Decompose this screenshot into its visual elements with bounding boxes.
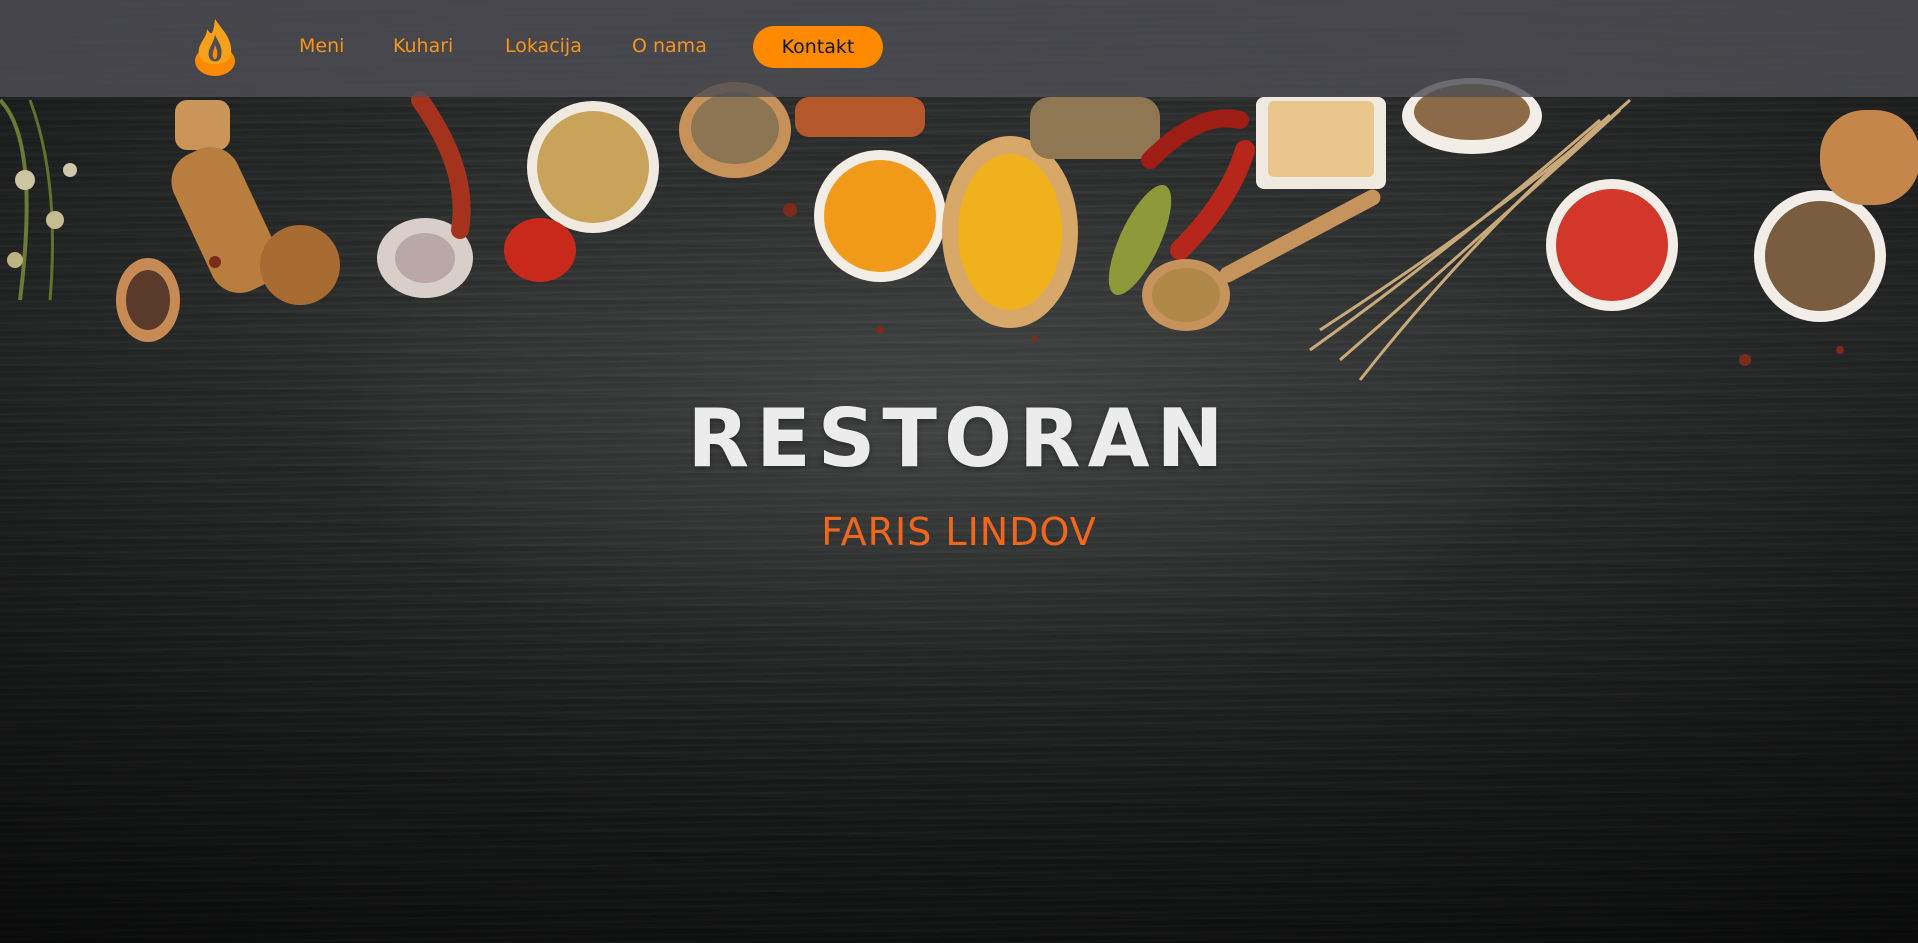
- top-navbar: Meni Kuhari Lokacija O nama Kontakt: [0, 0, 1918, 97]
- flame-icon[interactable]: [193, 17, 237, 77]
- kontakt-button[interactable]: Kontakt: [753, 26, 883, 68]
- herbs-left: [0, 98, 77, 301]
- nav-link-meni[interactable]: Meni: [299, 35, 344, 57]
- nav-link-o-nama[interactable]: O nama: [632, 35, 707, 57]
- pepper-grinder-left: [171, 100, 340, 305]
- nav-link-kuhari[interactable]: Kuhari: [393, 35, 453, 57]
- hero-title: RESTORAN: [687, 392, 1231, 485]
- hero-subtitle: FARIS LINDOV: [821, 510, 1097, 554]
- nav-link-lokacija[interactable]: Lokacija: [505, 35, 582, 57]
